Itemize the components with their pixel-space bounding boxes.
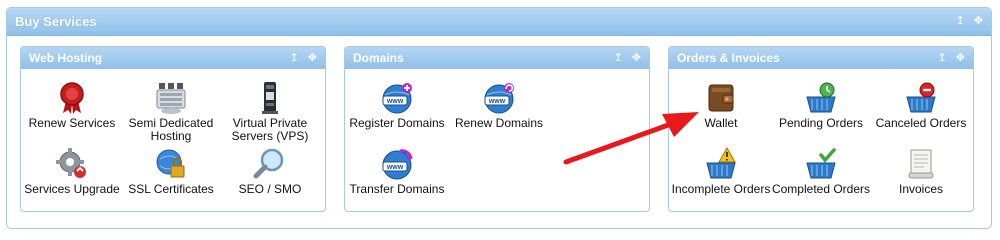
wallet-label: Wallet	[704, 116, 738, 130]
renew-services-button[interactable]: Renew Services	[20, 81, 124, 130]
basket-cancel-icon	[906, 82, 936, 113]
web-hosting-panel: Web Hosting ↥ ✥ Renew Services Semi Dedi…	[20, 46, 326, 212]
seo-smo-label: SEO / SMO	[238, 182, 302, 196]
ribbon-seal-icon	[60, 82, 84, 114]
basket-warning-icon	[706, 147, 736, 179]
pin-icon[interactable]: ↥	[290, 52, 299, 64]
basket-check-icon	[806, 148, 836, 179]
move-icon[interactable]: ✥	[974, 16, 983, 27]
services-upgrade-button[interactable]: Services Upgrade	[20, 147, 124, 196]
invoices-label: Invoices	[898, 182, 944, 196]
register-domains-button[interactable]: www Register Domains	[345, 81, 449, 130]
domains-panel: Domains ↥ ✥ www Register Domains www Ren…	[344, 46, 650, 212]
gear-upgrade-icon	[56, 148, 86, 178]
orders-invoices-panel: Orders & Invoices ↥ ✥ Wallet Pending Ord…	[668, 46, 974, 212]
move-icon[interactable]: ✥	[308, 52, 317, 64]
ssl-certificates-button[interactable]: SSL Certificates	[119, 147, 223, 196]
vps-label: Virtual Private Servers (VPS)	[231, 116, 309, 143]
orders-invoices-title: Orders & Invoices	[677, 51, 780, 65]
svg-text:www: www	[488, 98, 506, 105]
vps-button[interactable]: Virtual Private Servers (VPS)	[218, 81, 322, 143]
semi-dedicated-hosting-button[interactable]: Semi Dedicated Hosting	[119, 81, 223, 143]
pin-icon[interactable]: ↥	[938, 52, 947, 64]
pin-icon[interactable]: ↥	[614, 52, 623, 64]
domains-title: Domains	[353, 51, 404, 65]
invoice-icon	[908, 149, 934, 179]
invoices-button[interactable]: Invoices	[869, 147, 973, 196]
magnifier-icon	[253, 148, 284, 179]
buy-services-header: Buy Services ↥ ✥	[7, 8, 991, 36]
pin-icon[interactable]: ↥	[956, 16, 965, 27]
transfer-domains-label: Transfer Domains	[349, 182, 445, 196]
move-icon[interactable]: ✥	[632, 52, 641, 64]
pending-orders-button[interactable]: Pending Orders	[769, 81, 873, 130]
domains-panel-header: Domains ↥ ✥	[345, 47, 649, 69]
svg-text:www: www	[386, 164, 404, 171]
pending-orders-label: Pending Orders	[778, 116, 864, 130]
basket-clock-icon	[806, 82, 836, 113]
move-icon[interactable]: ✥	[956, 52, 965, 64]
renew-services-label: Renew Services	[28, 116, 116, 130]
www-transfer-icon: www	[382, 149, 413, 180]
ssl-certificates-label: SSL Certificates	[128, 182, 214, 196]
web-hosting-title: Web Hosting	[29, 51, 103, 65]
web-hosting-panel-header: Web Hosting ↥ ✥	[21, 47, 325, 69]
completed-orders-button[interactable]: Completed Orders	[769, 147, 873, 196]
www-globe-plus-icon: www	[382, 83, 412, 114]
seo-smo-button[interactable]: SEO / SMO	[218, 147, 322, 196]
incomplete-orders-label: Incomplete Orders	[671, 182, 771, 196]
server-rack-icon	[156, 83, 186, 114]
canceled-orders-button[interactable]: Canceled Orders	[869, 81, 973, 130]
svg-text:www: www	[386, 98, 404, 105]
renew-domains-button[interactable]: www Renew Domains	[447, 81, 551, 130]
completed-orders-label: Completed Orders	[771, 182, 871, 196]
incomplete-orders-button[interactable]: Incomplete Orders	[669, 147, 773, 196]
canceled-orders-label: Canceled Orders	[875, 116, 967, 130]
register-domains-label: Register Domains	[349, 116, 445, 130]
wallet-icon	[708, 84, 734, 112]
semi-dedicated-hosting-label: Semi Dedicated Hosting	[128, 116, 214, 143]
services-upgrade-label: Services Upgrade	[24, 182, 120, 196]
orders-invoices-panel-header: Orders & Invoices ↥ ✥	[669, 47, 973, 69]
www-globe-renew-icon: www	[484, 83, 514, 114]
buy-services-title: Buy Services	[15, 14, 97, 29]
renew-domains-label: Renew Domains	[454, 116, 544, 130]
wallet-button[interactable]: Wallet	[669, 81, 773, 130]
ssl-lock-globe-icon	[156, 149, 185, 178]
vps-server-icon	[262, 82, 278, 114]
transfer-domains-button[interactable]: www Transfer Domains	[345, 147, 449, 196]
